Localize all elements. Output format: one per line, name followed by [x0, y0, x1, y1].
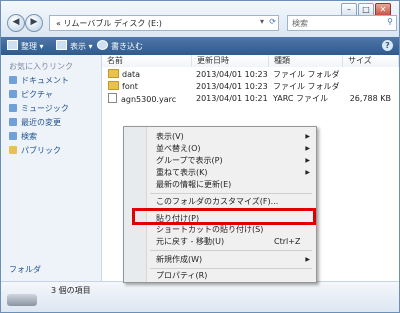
public-icon	[9, 146, 17, 154]
file-date: 2013/04/01 10:23	[196, 82, 268, 91]
disc-icon	[97, 40, 108, 50]
menu-item-label: 元に戻す - 移動(U)	[156, 237, 225, 246]
sidebar-item-documents[interactable]: ドキュメント	[9, 75, 69, 86]
table-row[interactable]: font 2013/04/01 10:23 ファイル フォルダ	[102, 81, 399, 93]
recent-icon	[9, 118, 17, 126]
music-icon	[9, 104, 17, 112]
organize-icon	[7, 40, 18, 50]
forward-button[interactable]: ▶	[25, 14, 43, 32]
folder-icon	[108, 81, 119, 90]
menu-item-label: 並べ替え(O)	[156, 144, 201, 153]
search-box[interactable]: 検索 ⚲	[287, 15, 397, 31]
table-row[interactable]: data 2013/04/01 10:23 ファイル フォルダ	[102, 69, 399, 81]
file-date: 2013/04/01 10:21	[196, 94, 268, 103]
file-name: agn5300.yarc	[121, 95, 177, 104]
search-input[interactable]: 検索	[292, 18, 308, 29]
sidebar-item-label: ミュージック	[21, 104, 69, 113]
sidebar-item-label: ピクチャ	[21, 90, 53, 99]
menu-item-label: ショートカットの貼り付け(S)	[156, 225, 264, 234]
explorer-window: – □ ✕ ◀ ▶ « リムーバブル ディスク (E:) ▾ ⟳ 検索 ⚲ 整理…	[0, 0, 400, 313]
column-header-size[interactable]: サイズ	[343, 55, 399, 67]
burn-button[interactable]: 書き込む	[97, 40, 143, 52]
menu-item-label: 表示(V)	[156, 132, 184, 141]
menu-item-label: グループで表示(P)	[156, 156, 223, 165]
favorites-heading: お気に入りリンク	[9, 62, 73, 71]
sidebar-item-pictures[interactable]: ピクチャ	[9, 89, 53, 100]
burn-label: 書き込む	[111, 42, 143, 51]
back-button[interactable]: ◀	[7, 14, 25, 32]
menu-item-properties[interactable]: プロパティ(R)	[124, 270, 316, 282]
menu-item-label: 重ねて表示(K)	[156, 168, 208, 177]
menu-separator	[150, 250, 312, 251]
column-header-type[interactable]: 種類	[269, 55, 343, 67]
item-count: 3 個の項目	[51, 286, 91, 295]
navigation-pane: お気に入りリンク ドキュメント ピクチャ ミュージック 最近の変更 検索 パブリ…	[1, 55, 102, 281]
menu-item-label: 最新の情報に更新(E)	[156, 180, 232, 189]
sidebar-item-recent[interactable]: 最近の変更	[9, 117, 61, 128]
sidebar-item-search[interactable]: 検索	[9, 131, 37, 142]
document-icon	[9, 76, 17, 84]
command-toolbar: 整理 ▾ 表示 ▾ 書き込む ?	[1, 37, 399, 55]
search-icon[interactable]: ⚲	[387, 17, 393, 26]
menu-item-label: プロパティ(R)	[156, 271, 208, 280]
submenu-arrow-icon: ▶	[305, 157, 310, 164]
column-header-date[interactable]: 更新日時	[192, 55, 269, 67]
file-type: YARC ファイル	[273, 94, 329, 103]
paste-highlight-box	[132, 208, 316, 225]
file-name: data	[122, 70, 141, 79]
refresh-icon[interactable]: ⟳	[269, 17, 276, 26]
context-menu: 表示(V) ▶ 並べ替え(O) ▶ グループで表示(P) ▶ 重ねて表示(K) ▶ 最新…	[123, 126, 317, 283]
sidebar-item-label: 最近の変更	[21, 118, 61, 127]
status-bar: 3 個の項目	[1, 281, 399, 312]
sidebar-item-label: パブリック	[21, 146, 61, 155]
view-icon	[56, 40, 67, 50]
view-label: 表示	[70, 42, 86, 51]
column-header-name[interactable]: 名前	[102, 55, 192, 67]
menu-item-new[interactable]: 新規作成(W) ▶	[124, 254, 316, 266]
address-bar[interactable]: « リムーバブル ディスク (E:) ▾ ⟳	[49, 15, 279, 31]
file-size: 26,788 KB	[349, 94, 391, 103]
menu-separator	[150, 268, 312, 269]
folders-toggle[interactable]: フォルダ	[9, 264, 41, 275]
menu-separator	[150, 193, 312, 194]
menu-item-sort[interactable]: 並べ替え(O) ▶	[124, 143, 316, 155]
sidebar-item-label: 検索	[21, 132, 37, 141]
menu-item-stack[interactable]: 重ねて表示(K) ▶	[124, 167, 316, 179]
menu-item-undo-move[interactable]: 元に戻す - 移動(U) Ctrl+Z	[124, 236, 316, 248]
help-icon[interactable]: ?	[382, 40, 393, 51]
file-type: ファイル フォルダ	[273, 82, 340, 91]
organize-label: 整理	[21, 42, 37, 51]
submenu-arrow-icon: ▶	[305, 256, 310, 263]
sidebar-item-music[interactable]: ミュージック	[9, 103, 69, 114]
submenu-arrow-icon: ▶	[305, 133, 310, 140]
submenu-arrow-icon: ▶	[305, 145, 310, 152]
file-type: ファイル フォルダ	[273, 70, 340, 79]
view-button[interactable]: 表示 ▾	[56, 40, 93, 52]
menu-item-group[interactable]: グループで表示(P) ▶	[124, 155, 316, 167]
folder-icon	[108, 69, 119, 78]
sidebar-item-label: ドキュメント	[21, 76, 69, 85]
menu-item-view[interactable]: 表示(V) ▶	[124, 131, 316, 143]
search-icon	[9, 132, 17, 140]
file-date: 2013/04/01 10:23	[196, 70, 268, 79]
picture-icon	[9, 90, 17, 98]
menu-item-shortcut: Ctrl+Z	[274, 237, 301, 246]
table-row[interactable]: agn5300.yarc 2013/04/01 10:21 YARC ファイル …	[102, 93, 399, 105]
file-icon	[108, 93, 117, 103]
address-path: « リムーバブル ディスク (E:)	[56, 19, 162, 28]
sidebar-item-public[interactable]: パブリック	[9, 145, 61, 156]
menu-item-label: 新規作成(W)	[156, 255, 203, 264]
menu-item-label: このフォルダのカスタマイズ(F)...	[156, 197, 279, 206]
removable-drive-icon	[7, 294, 37, 306]
menu-item-customize[interactable]: このフォルダのカスタマイズ(F)...	[124, 196, 316, 208]
menu-item-refresh[interactable]: 最新の情報に更新(E)	[124, 179, 316, 191]
organize-button[interactable]: 整理 ▾	[7, 40, 44, 52]
chevron-down-icon[interactable]: ▾	[260, 17, 264, 26]
title-address-bar: – □ ✕ ◀ ▶ « リムーバブル ディスク (E:) ▾ ⟳ 検索 ⚲	[1, 1, 399, 37]
menu-item-paste-shortcut[interactable]: ショートカットの貼り付け(S)	[124, 224, 316, 236]
file-name: font	[122, 82, 138, 91]
submenu-arrow-icon: ▶	[305, 169, 310, 176]
